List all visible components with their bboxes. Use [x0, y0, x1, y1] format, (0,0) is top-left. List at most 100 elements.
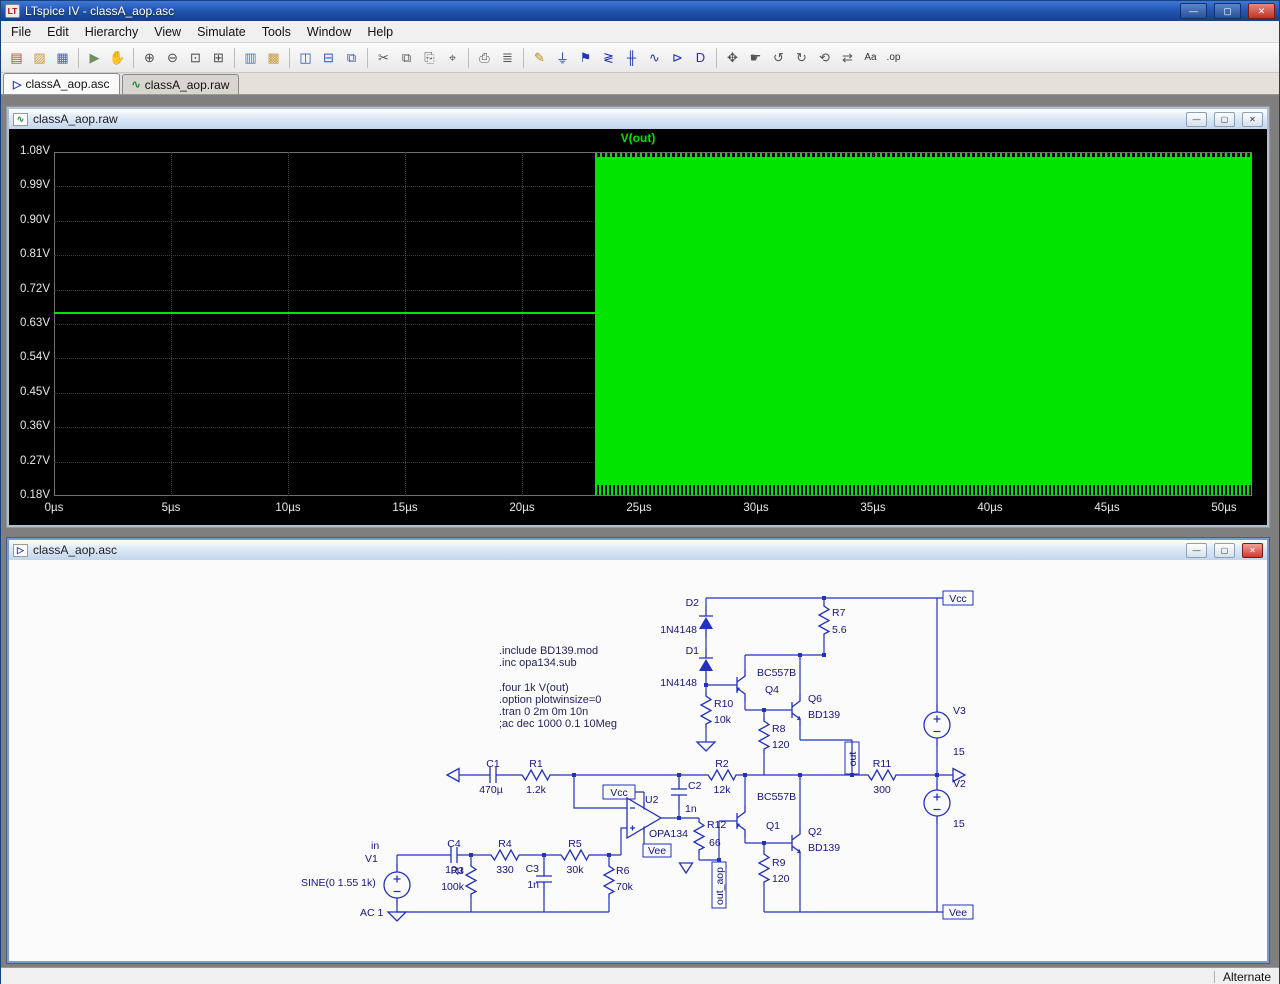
label-C3-value[interactable]: 1n [527, 879, 539, 891]
label-R10-ref[interactable]: R10 [714, 698, 733, 710]
save-icon[interactable]: ▦ [51, 47, 74, 69]
resistor-R12-symbol[interactable] [693, 817, 705, 855]
resistor-R4-symbol[interactable] [486, 849, 524, 861]
zoom-out-icon[interactable]: ⊖ [161, 47, 184, 69]
label-V2-ref[interactable]: V2 [953, 778, 966, 790]
label-R11-value[interactable]: 300 [873, 784, 891, 796]
voltage-source-V2-symbol[interactable] [923, 781, 951, 825]
label-U2-value[interactable]: OPA134 [649, 828, 688, 840]
schematic-wires[interactable] [396, 597, 953, 913]
zoom-in-icon[interactable]: ⊕ [138, 47, 161, 69]
schematic-minimize-button[interactable]: — [1186, 542, 1207, 558]
main-maximize-button[interactable]: ▢ [1214, 3, 1241, 19]
label-icon[interactable]: ⚑ [574, 47, 597, 69]
diode-icon[interactable]: ⊳ [666, 47, 689, 69]
label-V2-value[interactable]: 15 [953, 818, 965, 830]
label-Q6-value[interactable]: BD139 [808, 709, 840, 721]
waveform-plot-area[interactable]: V(out) 1.08V 0.99V 0.90V 0.81V 0.72V 0.63V 0.5… [9, 129, 1267, 525]
waveform-trace-title[interactable]: V(out) [9, 131, 1267, 145]
label-C4-ref[interactable]: C4 [447, 838, 461, 850]
directive-ac-comment[interactable]: ;ac dec 1000 0.1 10Meg [499, 718, 617, 730]
label-R4-ref[interactable]: R4 [498, 838, 512, 850]
waveform-maximize-button[interactable]: ▢ [1214, 111, 1235, 127]
label-Q4-value[interactable]: BC557B [757, 667, 796, 679]
main-titlebar[interactable]: LT LTspice IV - classA_aop.asc — ▢ ✕ [1, 1, 1279, 21]
label-R1-value[interactable]: 1.2k [526, 784, 547, 796]
label-R5-value[interactable]: 30k [567, 864, 585, 876]
label-V3-value[interactable]: 15 [953, 746, 965, 758]
label-Q4-ref[interactable]: Q4 [765, 684, 779, 696]
label-V1-ref[interactable]: V1 [365, 853, 378, 865]
schematic-maximize-button[interactable]: ▢ [1214, 542, 1235, 558]
resistor-R10-symbol[interactable] [700, 691, 712, 729]
spice-directive-icon[interactable]: .op [882, 47, 905, 69]
label-V1-ac[interactable]: AC 1 [360, 907, 384, 919]
schematic-window[interactable]: ▷ classA_aop.asc — ▢ ✕ .include BD139.mo… [7, 538, 1269, 963]
print-preview-icon[interactable]: ≣ [496, 47, 519, 69]
redo-icon[interactable]: ↻ [790, 47, 813, 69]
open-file-icon[interactable]: ▨ [28, 47, 51, 69]
net-label-vee-bottom[interactable]: Vee [949, 907, 967, 919]
label-R10-value[interactable]: 10k [714, 714, 732, 726]
label-D2-value[interactable]: 1N4148 [660, 624, 697, 636]
rotate-icon[interactable]: ⟲ [813, 47, 836, 69]
plot-settings-icon[interactable]: ▩ [262, 47, 285, 69]
schematic-window-titlebar[interactable]: ▷ classA_aop.asc — ▢ ✕ [9, 540, 1267, 560]
zoom-fit-icon[interactable]: ⊞ [207, 47, 230, 69]
resistor-R7-symbol[interactable] [818, 601, 830, 639]
label-D2-ref[interactable]: D2 [686, 597, 700, 609]
menu-item-tools[interactable]: Tools [254, 23, 299, 41]
label-R11-ref[interactable]: R11 [873, 758, 892, 770]
label-R12-value[interactable]: 66 [709, 837, 721, 849]
undo-icon[interactable]: ↺ [767, 47, 790, 69]
directive-include-opa134[interactable]: .inc opa134.sub [499, 657, 577, 669]
ground-symbol[interactable] [696, 741, 716, 752]
label-R4-value[interactable]: 330 [496, 864, 514, 876]
schematic-drawing[interactable]: .include BD139.mod .inc opa134.sub .four… [9, 560, 1267, 960]
resistor-R6-symbol[interactable] [603, 861, 615, 899]
tab-classA_aop.asc[interactable]: ▷ classA_aop.asc [3, 73, 120, 94]
menu-item-window[interactable]: Window [299, 23, 359, 41]
label-R3-value[interactable]: 100k [441, 881, 465, 893]
menu-item-view[interactable]: View [146, 23, 189, 41]
directive-tran[interactable]: .tran 0 2m 0m 10n [499, 706, 588, 718]
waveform-close-button[interactable]: ✕ [1242, 111, 1263, 127]
label-C3-ref[interactable]: C3 [526, 863, 540, 875]
resistor-R3-symbol[interactable] [465, 861, 477, 899]
label-R1-ref[interactable]: R1 [529, 758, 543, 770]
cut-icon[interactable]: ✂ [372, 47, 395, 69]
transistor-Q6-symbol[interactable] [781, 693, 801, 727]
voltage-source-V3-symbol[interactable] [923, 703, 951, 747]
directive-option-plotwinsize[interactable]: .option plotwinsize=0 [499, 694, 601, 706]
main-minimize-button[interactable]: — [1180, 3, 1207, 19]
label-C2-ref[interactable]: C2 [688, 780, 702, 792]
label-Q1-value[interactable]: BC557B [757, 791, 796, 803]
label-U2-ref[interactable]: U2 [645, 794, 659, 806]
label-Q6-ref[interactable]: Q6 [808, 693, 822, 705]
label-D1-ref[interactable]: D1 [686, 645, 700, 657]
waveform-window-titlebar[interactable]: ∿ classA_aop.raw — ▢ ✕ [9, 109, 1267, 129]
label-R8-ref[interactable]: R8 [772, 723, 786, 735]
label-Q2-ref[interactable]: Q2 [808, 826, 822, 838]
find-icon[interactable]: ⌖ [441, 47, 464, 69]
resistor-R1-symbol[interactable] [517, 769, 555, 781]
menu-item-hierarchy[interactable]: Hierarchy [77, 23, 147, 41]
move-icon[interactable]: ✥ [721, 47, 744, 69]
resistor-R11-symbol[interactable] [863, 769, 901, 781]
resistor-icon[interactable]: ≷ [597, 47, 620, 69]
label-R9-ref[interactable]: R9 [772, 857, 786, 869]
transistor-Q2-symbol[interactable] [781, 826, 801, 860]
component-icon[interactable]: D [689, 47, 712, 69]
resistor-R8-symbol[interactable] [758, 716, 770, 754]
label-R9-value[interactable]: 120 [772, 873, 790, 885]
label-D1-value[interactable]: 1N4148 [660, 677, 697, 689]
ground-icon[interactable]: ⏚ [551, 47, 574, 69]
menu-item-help[interactable]: Help [359, 23, 401, 41]
directive-include-bd139[interactable]: .include BD139.mod [499, 645, 598, 657]
label-R2-value[interactable]: 12k [714, 784, 732, 796]
schematic-canvas[interactable]: .include BD139.mod .inc opa134.sub .four… [9, 560, 1267, 961]
label-R3-ref[interactable]: R3 [451, 865, 465, 877]
waveform-minimize-button[interactable]: — [1186, 111, 1207, 127]
label-R6-value[interactable]: 70k [616, 881, 634, 893]
halt-icon[interactable]: ✋ [106, 47, 129, 69]
